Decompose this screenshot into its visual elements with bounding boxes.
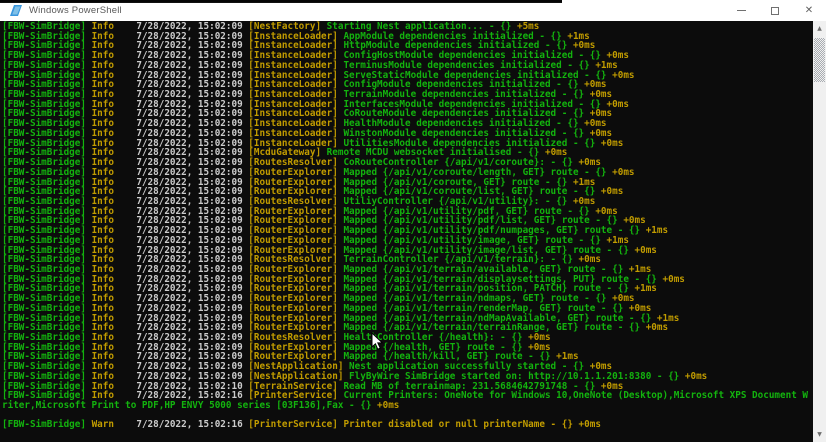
terminal-body[interactable]: [FBW-SimBridge] Info 7/28/2022, 15:02:09… xyxy=(0,21,813,442)
scrollbar-down-arrow-icon[interactable]: ▼ xyxy=(813,428,826,441)
background-window-sliver xyxy=(0,0,562,3)
log-line: riter,Microsoft Print to PDF,HP ENVY 500… xyxy=(2,401,813,411)
powershell-window: Windows PowerShell ✕ [FBW-SimBridge] Inf… xyxy=(0,0,826,442)
minimize-button[interactable] xyxy=(724,0,758,21)
window-title: Windows PowerShell xyxy=(29,5,122,16)
close-button[interactable]: ✕ xyxy=(792,0,826,21)
scrollbar[interactable]: ▲ ▼ xyxy=(813,21,826,442)
scrollbar-up-arrow-icon[interactable]: ▲ xyxy=(813,22,826,35)
title-bar[interactable]: Windows PowerShell ✕ xyxy=(0,0,826,21)
caption-buttons: ✕ xyxy=(724,0,826,21)
scrollbar-thumb[interactable] xyxy=(814,38,825,82)
powershell-icon[interactable] xyxy=(9,4,23,17)
maximize-button[interactable] xyxy=(758,0,792,21)
log-line: [FBW-SimBridge] Warn 7/28/2022, 15:02:16… xyxy=(2,420,813,430)
